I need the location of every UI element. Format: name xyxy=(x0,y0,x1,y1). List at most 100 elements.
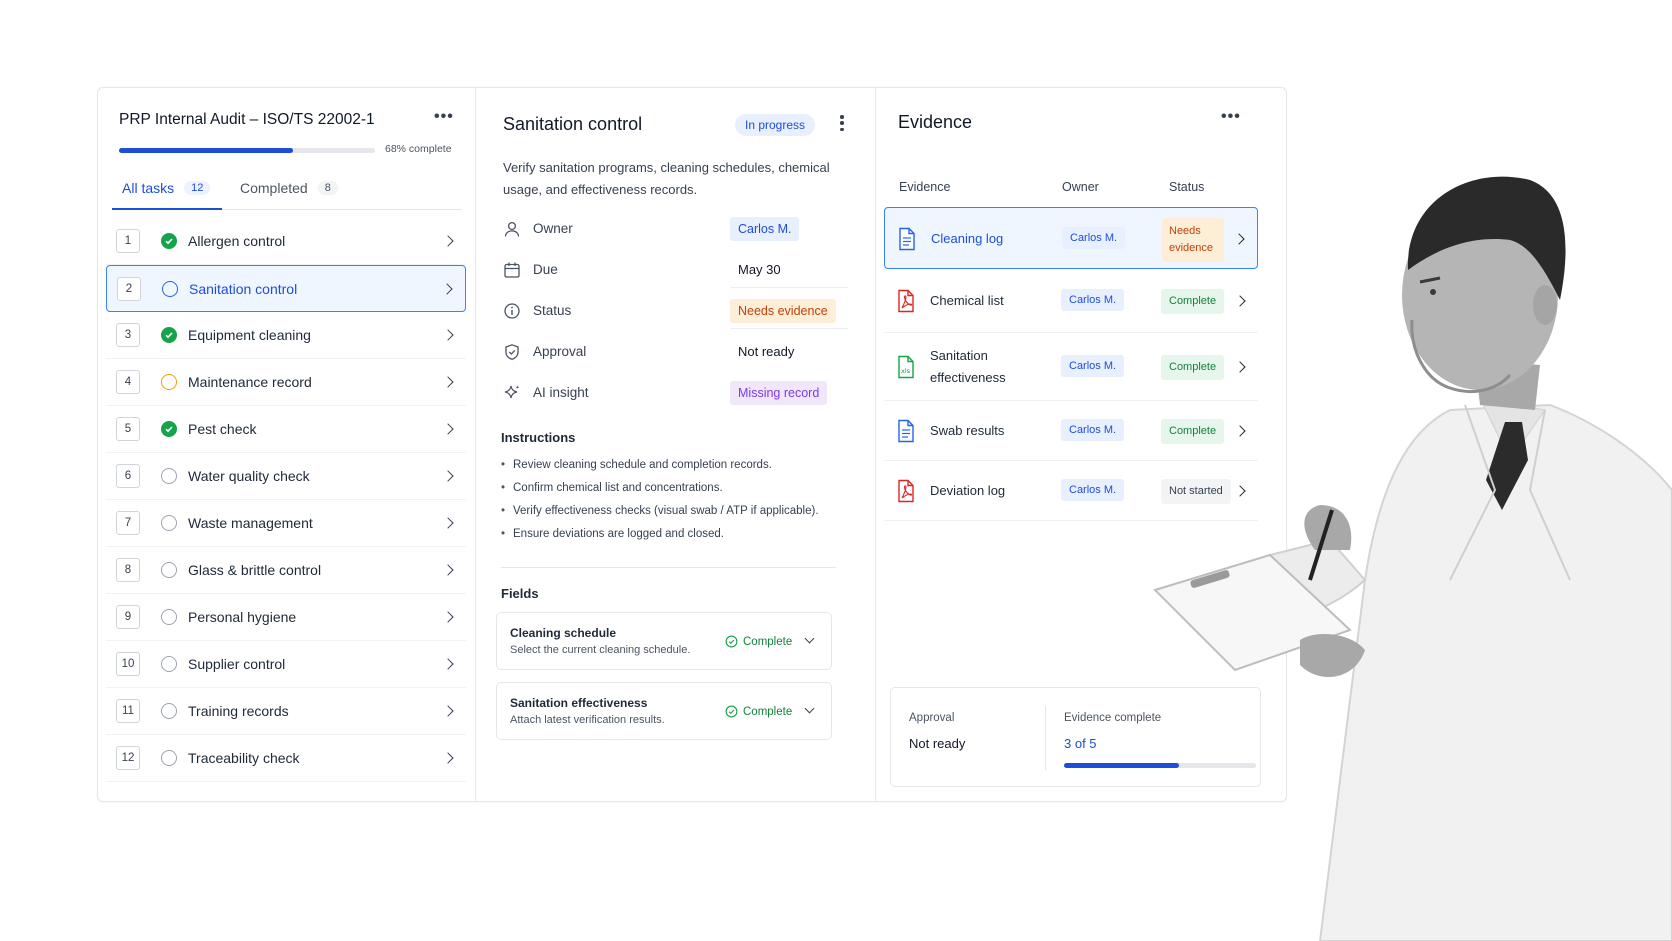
task-label: Water quality check xyxy=(188,468,310,484)
tab-label: All tasks xyxy=(122,180,175,196)
chevron-right-icon xyxy=(442,611,454,623)
task-detail-panel: Sanitation control In progress Verify sa… xyxy=(476,88,876,801)
owner-pill[interactable]: Carlos M. xyxy=(1061,479,1125,501)
task-row[interactable]: 6 Water quality check xyxy=(106,453,466,500)
more-options-icon[interactable]: ••• xyxy=(434,108,454,126)
evidence-title: Evidence xyxy=(898,112,973,132)
task-row[interactable]: 2 Sanitation control xyxy=(106,265,466,312)
task-row[interactable]: 4 Maintenance record xyxy=(106,359,466,406)
auditor-photo xyxy=(1153,176,1672,941)
status-pill[interactable]: Needs evidence xyxy=(730,298,836,323)
check-circle-icon xyxy=(161,327,177,343)
sparkle-icon xyxy=(504,385,520,398)
field-title: Sanitation effectiveness xyxy=(510,696,648,710)
status-badge: In progress xyxy=(735,114,816,136)
tab-all-tasks[interactable]: All tasks 12 xyxy=(112,176,223,210)
doc-icon xyxy=(899,227,915,251)
approval-label: Approval xyxy=(533,344,587,359)
field-sanitation-effectiveness[interactable]: Sanitation effectiveness Attach latest v… xyxy=(496,682,832,740)
meta-approval: Approval Not ready xyxy=(503,331,848,372)
summary-approval-label: Approval xyxy=(909,712,955,724)
task-label: Glass & brittle control xyxy=(188,562,322,578)
owner-pill[interactable]: Carlos M. xyxy=(1062,227,1126,249)
approval-value: Not ready xyxy=(738,344,795,359)
task-row[interactable]: 11 Training records xyxy=(106,688,466,735)
field-subtitle: Select the current cleaning schedule. xyxy=(510,644,691,656)
progress-label: 68% complete xyxy=(385,143,452,155)
evidence-name: Cleaning log xyxy=(931,231,1004,246)
divider xyxy=(1045,706,1046,770)
task-row[interactable]: 10 Supplier control xyxy=(106,641,466,688)
owner-label: Owner xyxy=(533,221,573,236)
empty-circle-icon xyxy=(161,374,177,390)
task-row[interactable]: 5 Pest check xyxy=(106,406,466,453)
owner-pill[interactable]: Carlos M. xyxy=(1061,289,1125,311)
task-meta: Owner Carlos M. Due May 30 Status Needs … xyxy=(503,208,848,413)
tab-label: Completed xyxy=(240,180,308,196)
status-label: Status xyxy=(533,303,572,318)
instructions-list: Review cleaning schedule and completion … xyxy=(501,459,851,551)
task-list: 1 Allergen control 2 Sanitation control 3 Equ… xyxy=(106,218,466,782)
chevron-right-icon xyxy=(442,423,454,435)
field-cleaning-schedule[interactable]: Cleaning schedule Select the current cle… xyxy=(496,612,832,670)
empty-circle-icon xyxy=(161,468,177,484)
field-status: Complete xyxy=(725,705,792,718)
kebab-menu-icon[interactable] xyxy=(840,115,844,131)
evidence-name: Sanitation effectiveness xyxy=(930,348,1006,385)
owner-pill[interactable]: Carlos M. xyxy=(1061,419,1125,441)
task-number: 4 xyxy=(116,370,140,394)
instruction-item: Confirm chemical list and concentrations… xyxy=(501,482,851,505)
pdf-icon xyxy=(898,289,914,313)
owner-pill[interactable]: Carlos M. xyxy=(1061,355,1125,377)
audit-progress-fill xyxy=(119,148,294,153)
empty-circle-icon xyxy=(161,562,177,578)
task-row[interactable]: 12 Traceability check xyxy=(106,735,466,782)
xls-icon: xls xyxy=(898,355,914,379)
owner-pill[interactable]: Carlos M. xyxy=(730,216,800,241)
summary-evidence-label: Evidence complete xyxy=(1064,712,1162,724)
task-label: Training records xyxy=(188,703,289,719)
task-title: Sanitation control xyxy=(503,114,643,134)
task-number: 2 xyxy=(117,276,141,301)
task-number: 3 xyxy=(116,323,140,347)
chevron-right-icon xyxy=(442,564,454,576)
task-description: Verify sanitation programs, cleaning sch… xyxy=(503,160,830,197)
more-options-icon[interactable]: ••• xyxy=(1221,108,1241,126)
empty-circle-icon xyxy=(162,280,178,297)
field-status-label: Complete xyxy=(743,705,793,718)
task-number: 6 xyxy=(116,464,140,488)
summary-evidence-value: 3 of 5 xyxy=(1064,736,1097,751)
check-circle-icon xyxy=(161,421,177,437)
empty-circle-icon xyxy=(161,515,177,531)
instruction-item: Ensure deviations are logged and closed. xyxy=(501,528,851,551)
evidence-name: Chemical list xyxy=(930,293,1004,308)
chevron-down-icon[interactable] xyxy=(804,703,815,714)
task-number: 8 xyxy=(116,558,140,582)
task-row[interactable]: 1 Allergen control xyxy=(106,218,466,265)
column-header-owner: Owner xyxy=(1062,180,1099,194)
meta-status: Status Needs evidence xyxy=(503,290,848,331)
task-number: 12 xyxy=(116,746,140,770)
user-icon xyxy=(504,221,520,237)
due-value[interactable]: May 30 xyxy=(738,262,781,277)
calendar-icon xyxy=(504,262,520,278)
ai-insight-pill[interactable]: Missing record xyxy=(730,380,828,405)
task-row[interactable]: 8 Glass & brittle control xyxy=(106,547,466,594)
chevron-down-icon[interactable] xyxy=(804,633,815,644)
check-circle-icon xyxy=(725,635,738,648)
task-label: Waste management xyxy=(188,515,313,531)
tab-completed[interactable]: Completed 8 xyxy=(240,176,338,210)
task-label: Sanitation control xyxy=(189,280,298,297)
task-number: 5 xyxy=(116,417,140,441)
audit-app-window: PRP Internal Audit – ISO/TS 22002-1 ••• … xyxy=(97,87,1287,802)
task-row[interactable]: 7 Waste management xyxy=(106,500,466,547)
task-row[interactable]: 9 Personal hygiene xyxy=(106,594,466,641)
meta-owner: Owner Carlos M. xyxy=(503,208,848,249)
doc-icon xyxy=(898,419,914,443)
task-row[interactable]: 3 Equipment cleaning xyxy=(106,312,466,359)
task-label: Equipment cleaning xyxy=(188,327,311,343)
empty-circle-icon xyxy=(161,750,177,766)
task-number: 11 xyxy=(116,699,140,723)
evidence-name: Swab results xyxy=(930,423,1005,438)
chevron-right-icon xyxy=(442,470,454,482)
